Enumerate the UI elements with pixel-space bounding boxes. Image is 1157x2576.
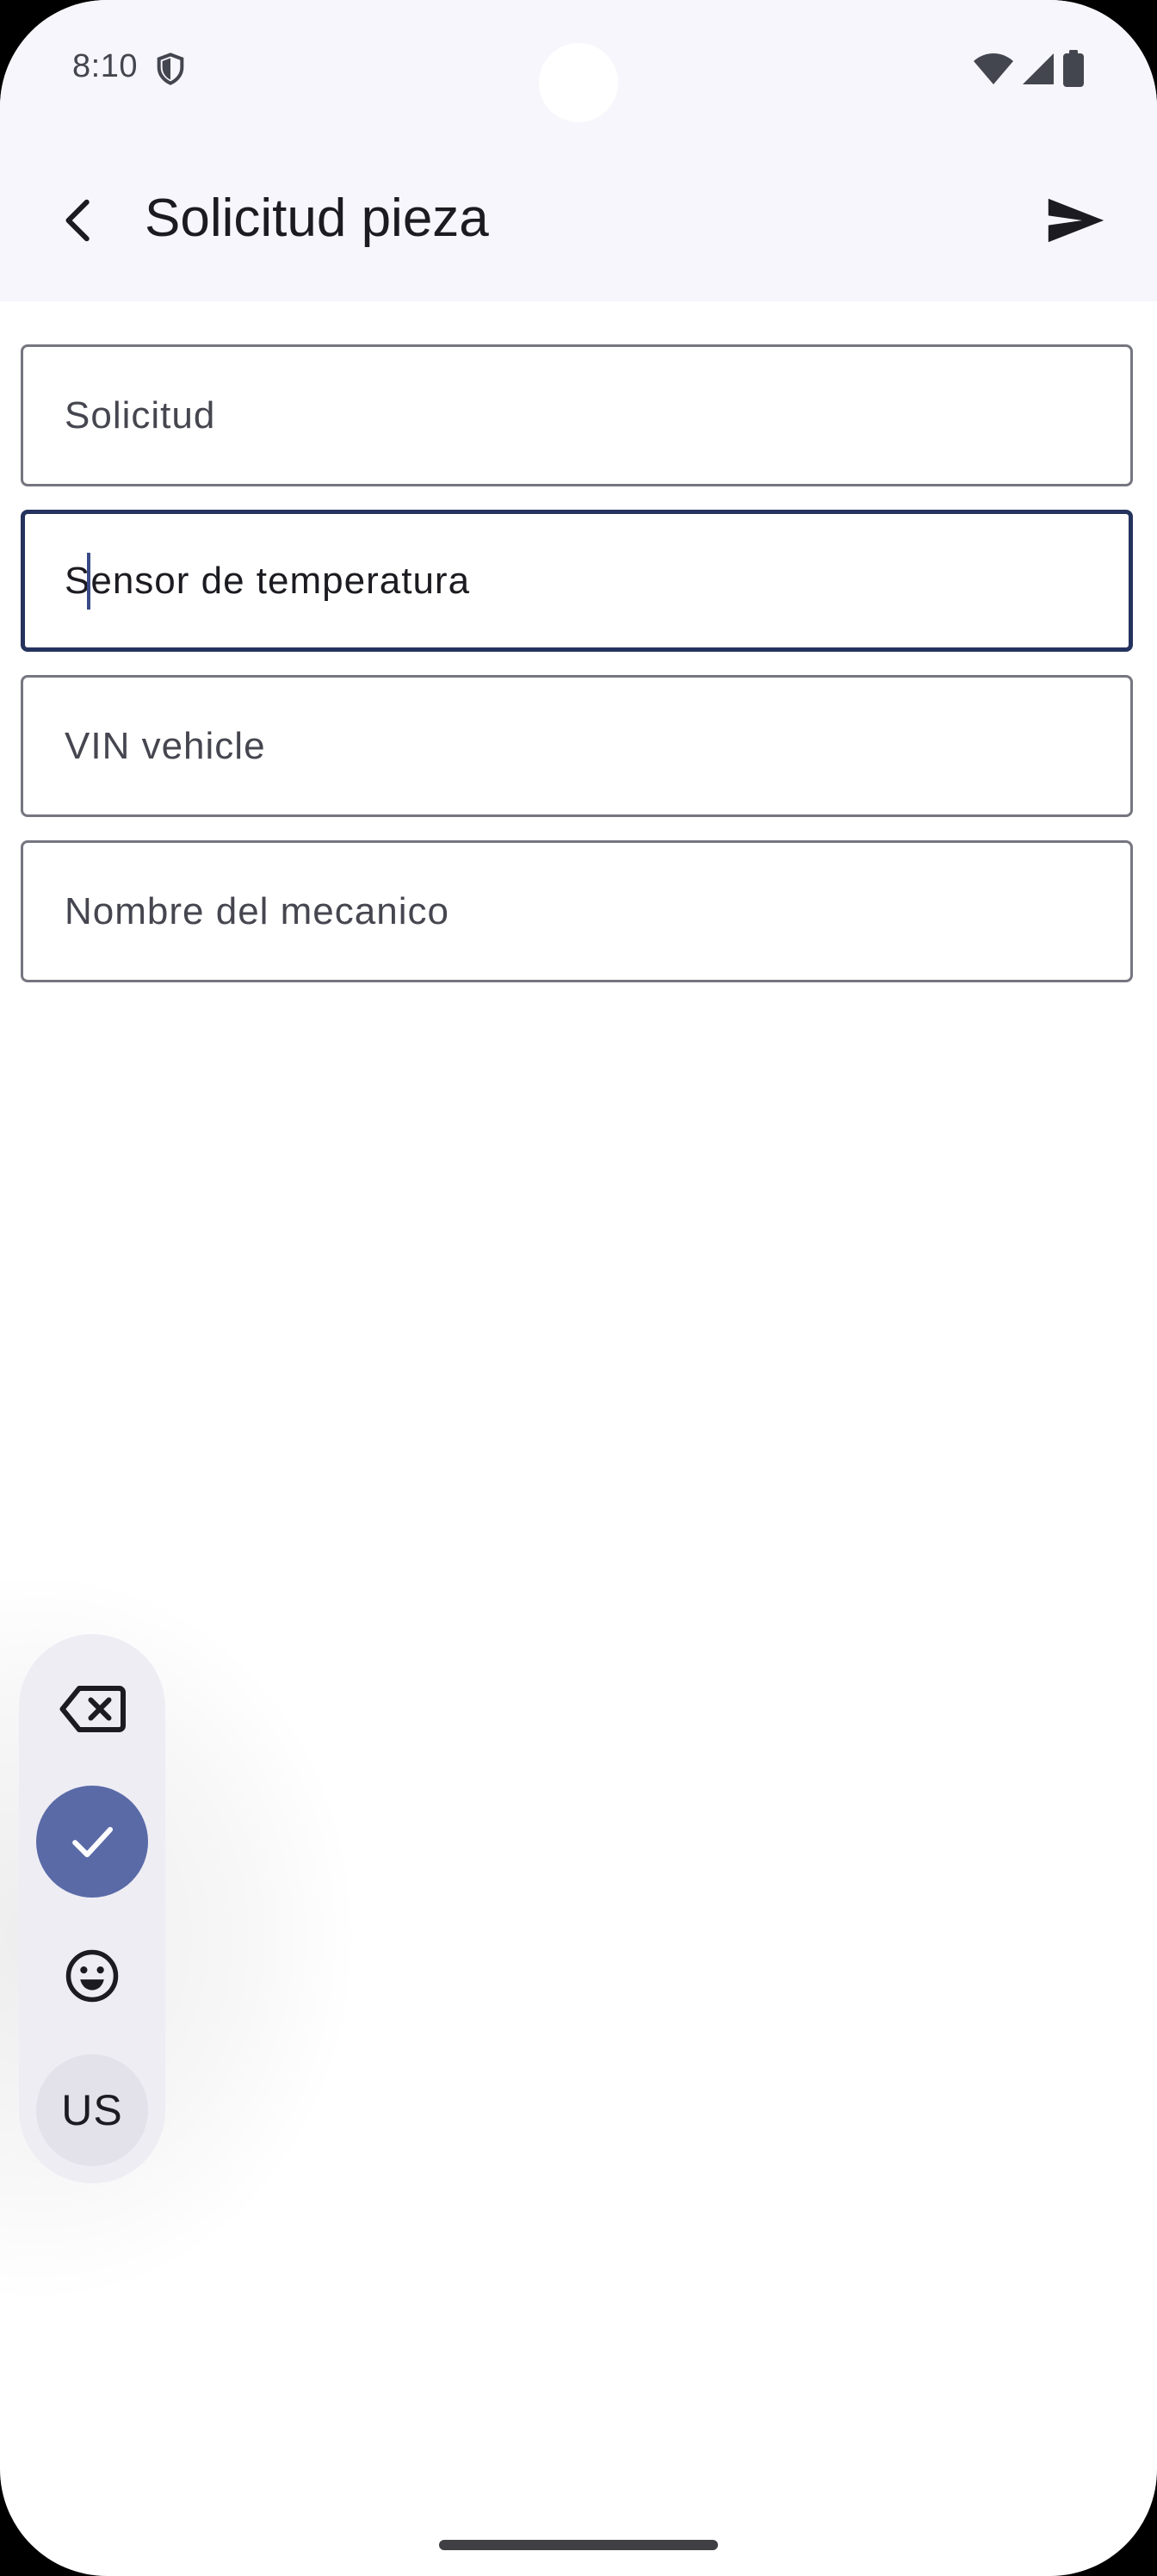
arrow-back-icon (65, 199, 90, 242)
backspace-button[interactable] (36, 1653, 148, 1765)
language-label: US (61, 2086, 123, 2134)
text-caret (87, 552, 90, 610)
app-screen: 8:10 Solicitud pieza Solicitud Sensor de… (0, 0, 1157, 2576)
field-value-text: Sensor de temperatura (65, 559, 471, 602)
keyboard-toolbar: US (19, 1634, 165, 2183)
app-bar: Solicitud pieza (0, 152, 1157, 289)
pieza-field[interactable]: Sensor de temperatura (21, 510, 1133, 652)
field-label: VIN vehicle (65, 724, 266, 767)
solicitud-field[interactable]: Solicitud (21, 344, 1133, 486)
wifi-icon (974, 53, 1013, 84)
emoji-button[interactable] (36, 1920, 148, 2032)
back-button[interactable] (38, 179, 121, 262)
send-icon (1048, 198, 1104, 243)
status-time: 8:10 (72, 48, 138, 84)
field-label: Nombre del mecanico (65, 889, 449, 932)
page-title: Solicitud pieza (145, 189, 489, 248)
field-value: Sensor de temperatura (65, 552, 471, 610)
confirm-button[interactable] (36, 1786, 148, 1898)
check-icon (72, 1826, 114, 1858)
field-label: Solicitud (65, 393, 216, 437)
status-bar: 8:10 (0, 0, 1157, 138)
vin-vehicle-field[interactable]: VIN vehicle (21, 675, 1133, 817)
send-button[interactable] (1030, 179, 1123, 262)
camera-cutout (539, 43, 618, 122)
emoji-icon (65, 1949, 119, 2003)
language-switch-button[interactable]: US (36, 2054, 148, 2166)
backspace-icon (59, 1686, 126, 1732)
status-icons (973, 50, 1085, 88)
battery-icon (1063, 50, 1084, 87)
mechanic-name-field[interactable]: Nombre del mecanico (21, 840, 1133, 982)
home-indicator[interactable] (439, 2540, 718, 2550)
shield-icon (157, 53, 184, 85)
cell-signal-icon (1023, 53, 1054, 84)
